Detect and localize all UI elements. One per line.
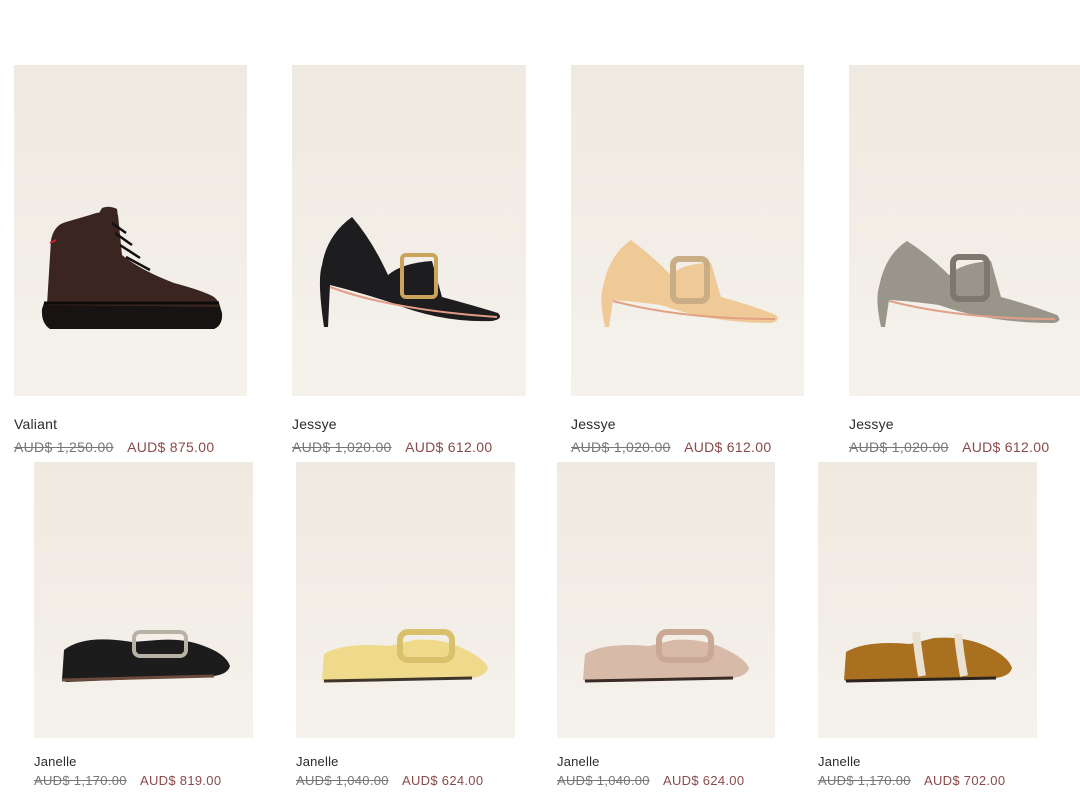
shoe-shape [601,240,778,327]
product-prices: AUD$ 1,020.00 AUD$ 612.00 [571,439,771,455]
buckle-loafer-icon [61,630,230,682]
product-name[interactable]: Jessye [292,416,337,432]
product-prices: AUD$ 1,170.00 AUD$ 702.00 [818,773,1005,788]
sale-price: AUD$ 624.00 [402,773,484,788]
sale-price: AUD$ 624.00 [663,773,745,788]
product-name[interactable]: Jessye [849,416,894,432]
product-name[interactable]: Valiant [14,416,57,432]
product-image[interactable] [292,65,526,396]
shoe-shape [61,630,230,682]
product-image[interactable] [571,65,804,396]
buckle-pump-icon [319,217,500,327]
product-name[interactable]: Janelle [296,754,339,769]
product-image[interactable] [818,462,1037,738]
product-prices: AUD$ 1,020.00 AUD$ 612.00 [292,439,492,455]
buckle-loafer-icon [844,631,1012,683]
product-prices: AUD$ 1,170.00 AUD$ 819.00 [34,773,221,788]
original-price: AUD$ 1,020.00 [849,439,949,455]
product-card[interactable]: Jessye AUD$ 1,020.00 AUD$ 612.00 [849,65,1080,460]
buckle-pump-icon [601,240,778,327]
shoe-shape [583,629,749,683]
product-prices: AUD$ 1,040.00 AUD$ 624.00 [296,773,483,788]
product-image[interactable] [34,462,253,738]
shoe-shape [322,629,488,683]
product-name[interactable]: Jessye [571,416,616,432]
sale-price: AUD$ 819.00 [140,773,222,788]
sale-price: AUD$ 702.00 [924,773,1006,788]
shoe-shape [319,217,500,327]
buckle-pump-icon [877,241,1060,327]
original-price: AUD$ 1,040.00 [557,773,650,788]
product-card[interactable]: Janelle AUD$ 1,170.00 AUD$ 819.00 [34,462,253,802]
shoe-shape [877,241,1060,327]
original-price: AUD$ 1,170.00 [818,773,911,788]
product-image[interactable] [296,462,515,738]
product-card[interactable]: Jessye AUD$ 1,020.00 AUD$ 612.00 [292,65,526,460]
original-price: AUD$ 1,170.00 [34,773,127,788]
lace-up-boot-icon [41,206,223,329]
original-price: AUD$ 1,040.00 [296,773,389,788]
buckle-loafer-icon [322,629,488,683]
product-card[interactable]: Jessye AUD$ 1,020.00 AUD$ 612.00 [571,65,804,460]
sale-price: AUD$ 612.00 [962,439,1050,455]
original-price: AUD$ 1,020.00 [571,439,671,455]
product-image[interactable] [849,65,1080,396]
sale-price: AUD$ 612.00 [405,439,493,455]
product-card[interactable]: Valiant AUD$ 1,250.00 AUD$ 875.00 [14,65,247,460]
original-price: AUD$ 1,250.00 [14,439,114,455]
product-image[interactable] [14,65,247,396]
product-card[interactable]: Janelle AUD$ 1,040.00 AUD$ 624.00 [296,462,515,802]
product-card[interactable]: Janelle AUD$ 1,170.00 AUD$ 702.00 [818,462,1037,802]
sale-price: AUD$ 612.00 [684,439,772,455]
sale-price: AUD$ 875.00 [127,439,215,455]
shoe-shape [844,631,1012,683]
shoe-shape [41,206,223,329]
product-name[interactable]: Janelle [818,754,861,769]
product-prices: AUD$ 1,020.00 AUD$ 612.00 [849,439,1049,455]
product-name[interactable]: Janelle [557,754,600,769]
product-card[interactable]: Janelle AUD$ 1,040.00 AUD$ 624.00 [557,462,775,802]
product-image[interactable] [557,462,775,738]
original-price: AUD$ 1,020.00 [292,439,392,455]
product-prices: AUD$ 1,040.00 AUD$ 624.00 [557,773,744,788]
product-name[interactable]: Janelle [34,754,77,769]
buckle-loafer-icon [583,629,749,683]
product-prices: AUD$ 1,250.00 AUD$ 875.00 [14,439,214,455]
